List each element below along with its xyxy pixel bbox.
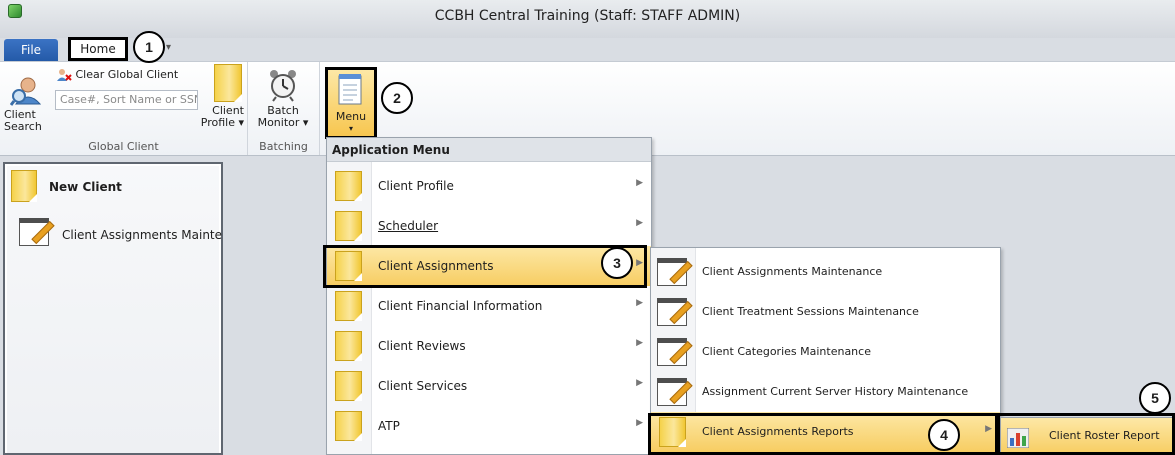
clear-global-client-label: Clear Global Client — [75, 68, 179, 81]
callout-4: 4 — [928, 419, 960, 451]
application-menu-header: Application Menu — [327, 138, 651, 162]
folder-icon — [335, 211, 362, 241]
client-search-label: Client Search — [4, 108, 42, 133]
tab-home[interactable]: Home — [68, 37, 128, 61]
notepad-icon — [338, 74, 362, 105]
menu-button-label: Menu — [335, 110, 367, 123]
submenu-item-client-assignments-maintenance[interactable]: Client Assignments Maintenance — [651, 252, 1000, 292]
folder-icon — [214, 64, 242, 102]
chevron-right-icon: ▶ — [636, 298, 643, 308]
menu-item-label: Client Profile — [378, 179, 454, 193]
chevron-down-icon: ▾ — [348, 124, 353, 133]
folder-icon — [335, 411, 362, 441]
callout-5: 5 — [1139, 382, 1171, 414]
application-menu: Application Menu Client Profile ▶ Schedu… — [326, 137, 652, 455]
clear-client-icon — [57, 69, 72, 81]
menu-item-client-profile[interactable]: Client Profile ▶ — [327, 166, 651, 206]
edit-form-icon — [657, 338, 687, 366]
menu-item-client-financial-information[interactable]: Client Financial Information ▶ — [327, 286, 651, 326]
title-bar: CCBH Central Training (Staff: STAFF ADMI… — [0, 0, 1175, 38]
menu-item-label: Client Financial Information — [378, 299, 543, 313]
folder-icon — [11, 170, 37, 202]
folder-icon — [335, 291, 362, 321]
new-client-label: New Client — [49, 180, 122, 194]
ribbon-group-label: Batching — [259, 140, 308, 153]
batch-monitor-label: Batch Monitor ▾ — [257, 104, 309, 129]
ribbon-group-global-client: Client Search Clear Global Client Case#,… — [0, 62, 248, 155]
chevron-down-icon[interactable]: ▾ — [166, 42, 171, 53]
folder-icon — [335, 171, 362, 201]
submenu-item-label: Client Treatment Sessions Maintenance — [702, 305, 919, 318]
chevron-right-icon: ▶ — [636, 418, 643, 428]
menu-item-label: Client Services — [378, 379, 468, 393]
menu-item-scheduler[interactable]: Scheduler ▶ — [327, 206, 651, 246]
chevron-right-icon: ▶ — [636, 218, 643, 228]
menu-item-client-services[interactable]: Client Services ▶ — [327, 366, 651, 406]
menu-button[interactable]: Menu ▾ — [325, 67, 377, 139]
client-profile-button[interactable]: Client Profile ▾ — [200, 64, 244, 129]
callout-2: 2 — [381, 82, 413, 114]
client-search-button[interactable]: Client Search — [4, 76, 48, 133]
edit-form-icon — [657, 378, 687, 406]
clear-global-client-button[interactable]: Clear Global Client — [56, 68, 178, 82]
submenu-item-label: Client Categories Maintenance — [702, 345, 871, 358]
tab-file[interactable]: File — [4, 39, 58, 61]
submenu-item-client-categories-maintenance[interactable]: Client Categories Maintenance — [651, 332, 1000, 372]
callout-3: 3 — [601, 247, 633, 279]
submenu-item-label: Assignment Current Server History Mainte… — [702, 385, 969, 398]
callout-1: 1 — [133, 31, 165, 63]
chevron-right-icon: ▶ — [636, 178, 643, 188]
chevron-right-icon: ▶ — [636, 378, 643, 388]
chevron-right-icon: ▶ — [636, 338, 643, 348]
folder-icon — [335, 331, 362, 361]
menu-item-label: Scheduler — [378, 219, 439, 233]
client-search-icon — [9, 77, 42, 106]
menu-item-client-reviews[interactable]: Client Reviews ▶ — [327, 326, 651, 366]
submenu-item-assignment-current-server-history-maintenance[interactable]: Assignment Current Server History Mainte… — [651, 372, 1000, 412]
left-pane: New Client Client Assignments Mainte — [3, 162, 223, 455]
highlight-box-client-assignments — [323, 245, 647, 288]
highlight-box-client-roster-report — [997, 413, 1175, 455]
window-title: CCBH Central Training (Staff: STAFF ADMI… — [434, 8, 741, 24]
client-profile-label: Client Profile ▾ — [200, 104, 244, 129]
ribbon-group-batching: Batch Monitor ▾ Batching — [248, 62, 320, 155]
submenu-item-label: Client Assignments Maintenance — [702, 265, 883, 278]
left-pane-item-label: Client Assignments Mainte — [62, 228, 223, 242]
edit-form-icon — [19, 218, 49, 246]
edit-form-icon — [657, 258, 687, 286]
menu-item-label: Client Reviews — [378, 339, 466, 353]
global-client-search-input[interactable]: Case#, Sort Name or SSN — [55, 90, 198, 110]
menu-item-atp[interactable]: ATP ▶ — [327, 406, 651, 446]
folder-icon — [335, 371, 362, 401]
batch-monitor-button[interactable]: Batch Monitor ▾ — [252, 68, 314, 129]
left-pane-assignment-item[interactable]: Client Assignments Mainte — [19, 218, 229, 252]
ribbon-group-label: Global Client — [88, 140, 159, 153]
menu-item-label: ATP — [378, 419, 400, 433]
edit-form-icon — [657, 298, 687, 326]
alarm-clock-icon — [270, 70, 296, 102]
new-client-item[interactable]: New Client — [11, 170, 122, 205]
submenu-item-client-treatment-sessions-maintenance[interactable]: Client Treatment Sessions Maintenance — [651, 292, 1000, 332]
